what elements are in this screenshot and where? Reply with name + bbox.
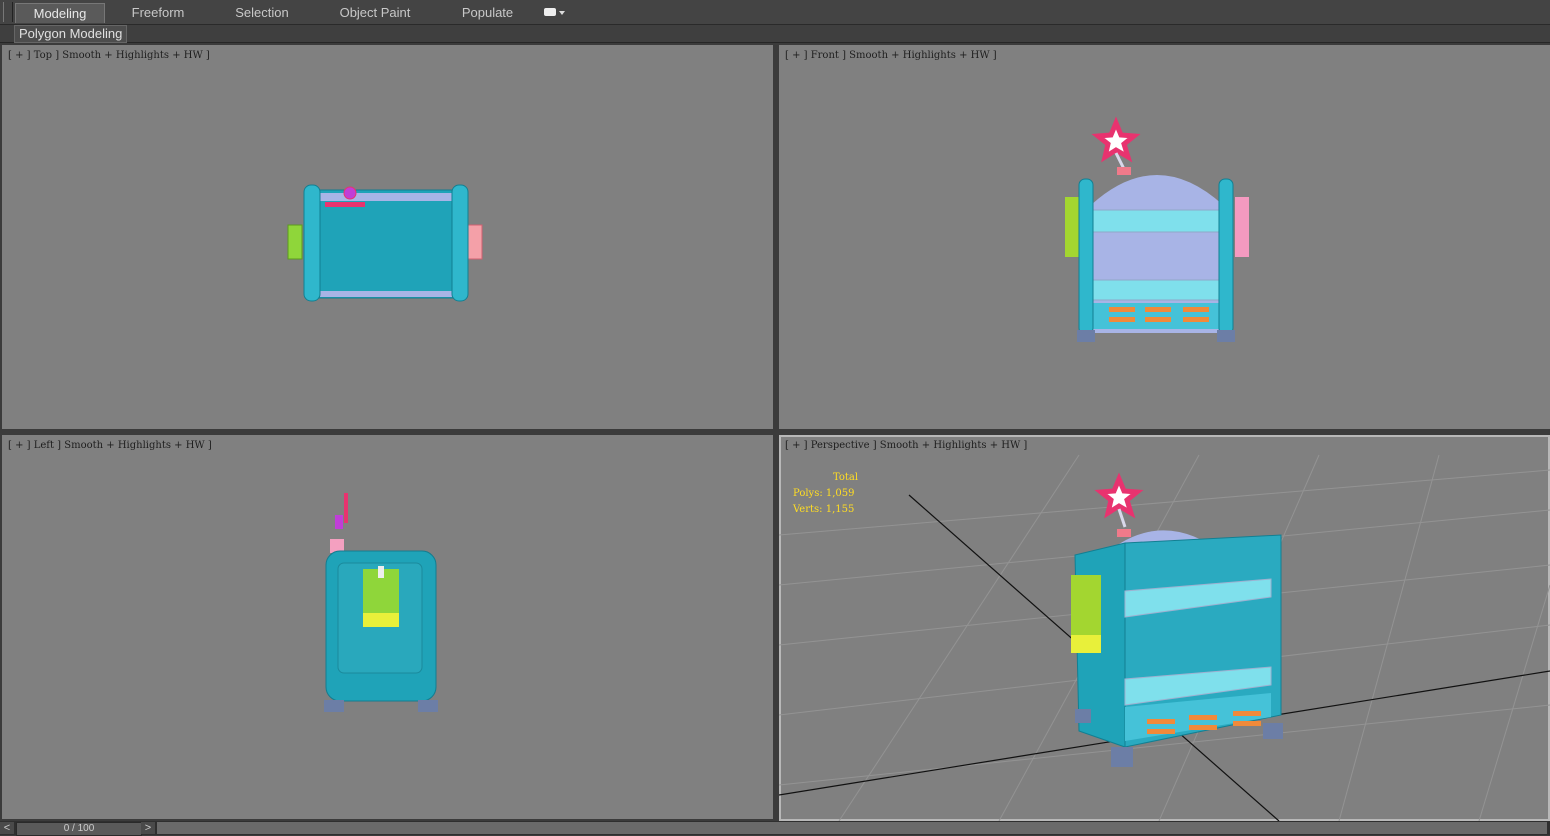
left-view-model [324,493,438,712]
tab-populate[interactable]: Populate [450,3,525,22]
tab-selection[interactable]: Selection [222,3,302,22]
perspective-grid-and-model [779,454,1550,821]
front-view-model [1065,116,1249,342]
timeline-prev-button[interactable]: < [0,822,14,834]
timeline-bar: < 0 / 100 > [0,821,1550,836]
viewport-perspective[interactable]: [ + ] Perspective ] Smooth + Highlights … [779,435,1550,821]
timeline-track[interactable] [157,822,1547,834]
ribbon-grip-handle[interactable] [3,2,13,22]
ribbon-bar: Modeling Freeform Selection Object Paint… [0,0,1550,25]
tab-modeling[interactable]: Modeling [15,3,105,23]
polygon-modeling-panel-tab[interactable]: Polygon Modeling [14,25,128,43]
tab-object-paint[interactable]: Object Paint [330,3,420,22]
viewport-top[interactable]: [ + ] Top ] Smooth + Highlights + HW ] [2,45,773,429]
timeline-frame-slider[interactable]: 0 / 100 [16,822,142,836]
timeline-next-button[interactable]: > [141,822,155,834]
viewport-front[interactable]: [ + ] Front ] Smooth + Highlights + HW ] [779,45,1550,429]
tab-freeform[interactable]: Freeform [118,3,198,22]
viewport-left[interactable]: [ + ] Left ] Smooth + Highlights + HW ] [2,435,773,819]
toggle-dropdown-icon[interactable] [544,6,566,18]
sub-ribbon: Polygon Modeling [0,25,1550,43]
top-view-model [287,184,483,302]
